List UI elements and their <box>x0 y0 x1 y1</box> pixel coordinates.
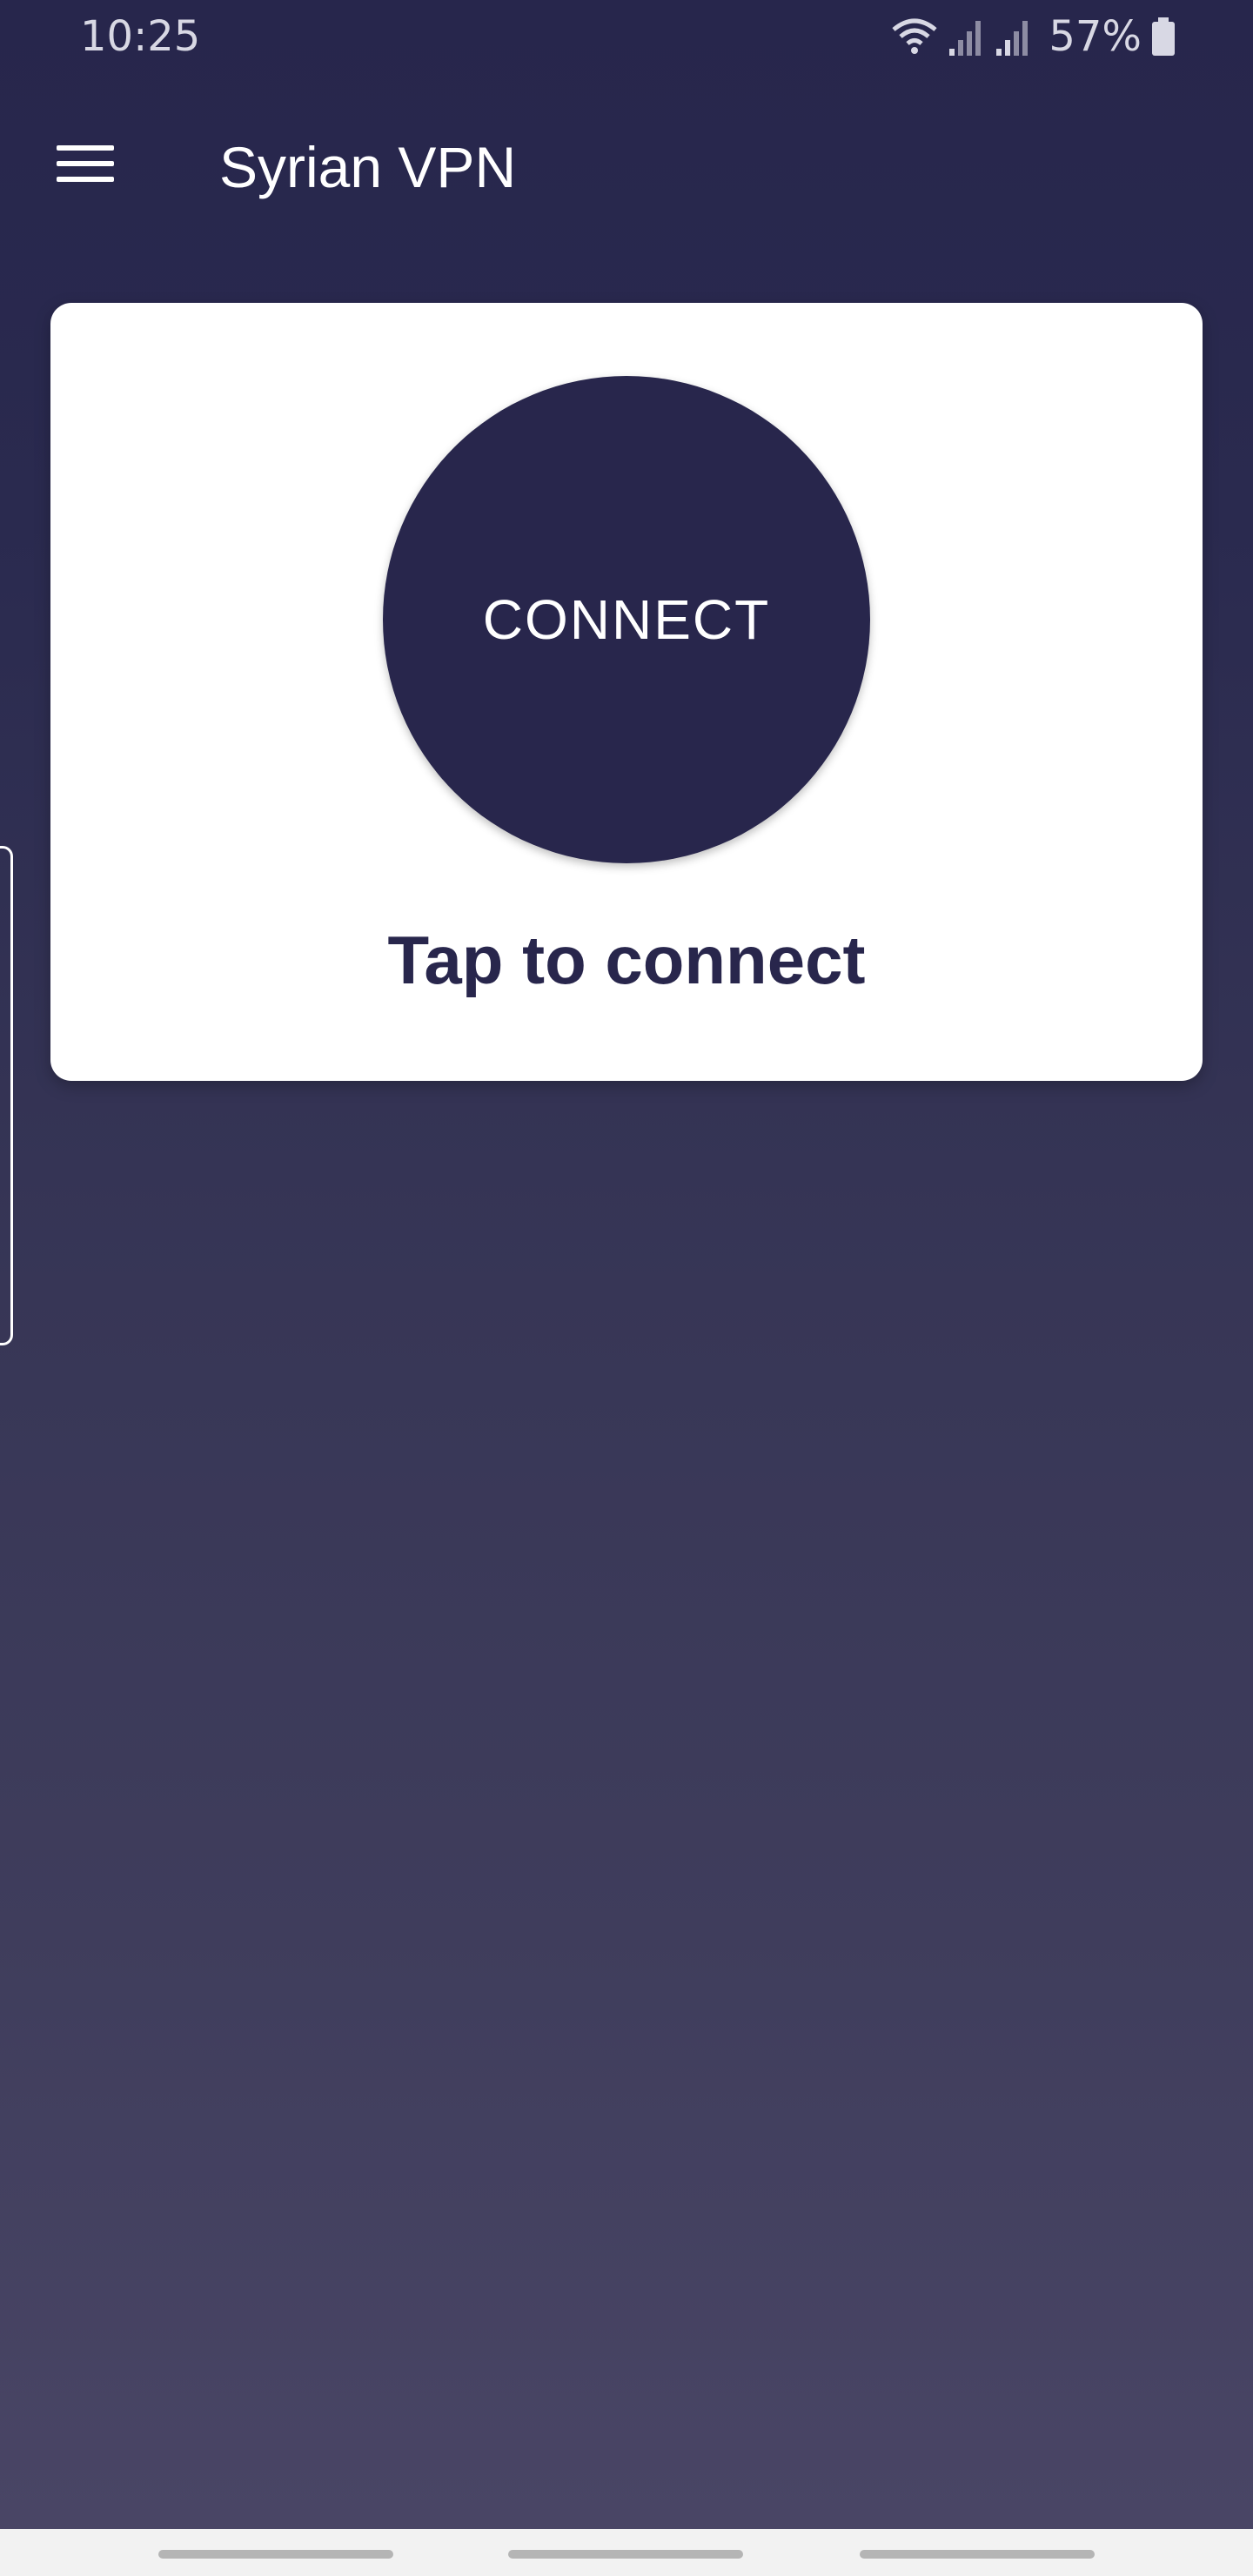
wifi-icon <box>892 18 937 54</box>
signal-icon <box>949 21 982 56</box>
app-bar: Syrian VPN <box>0 96 1253 226</box>
connection-card: CONNECT Tap to connect <box>50 303 1203 1081</box>
signal-icon <box>996 21 1029 56</box>
status-time: 10:25 <box>80 12 201 61</box>
hamburger-menu-icon[interactable] <box>44 122 127 205</box>
menu-line <box>57 145 114 151</box>
menu-line <box>57 177 114 182</box>
status-bar: 10:25 57% <box>0 0 1253 78</box>
home-button[interactable] <box>508 2550 743 2559</box>
status-icons: 57% <box>890 10 1176 63</box>
connection-status-text: Tap to connect <box>387 922 866 998</box>
battery-icon <box>1152 17 1175 56</box>
navigation-bar <box>0 2529 1253 2576</box>
recent-apps-button[interactable] <box>158 2550 393 2559</box>
connect-button-label: CONNECT <box>482 588 771 651</box>
menu-line <box>57 161 114 166</box>
app-title: Syrian VPN <box>219 135 517 199</box>
back-button[interactable] <box>860 2550 1095 2559</box>
battery-percent: 57% <box>1049 12 1142 61</box>
connect-button[interactable]: CONNECT <box>383 376 870 863</box>
edge-panel-handle[interactable] <box>0 846 13 1345</box>
